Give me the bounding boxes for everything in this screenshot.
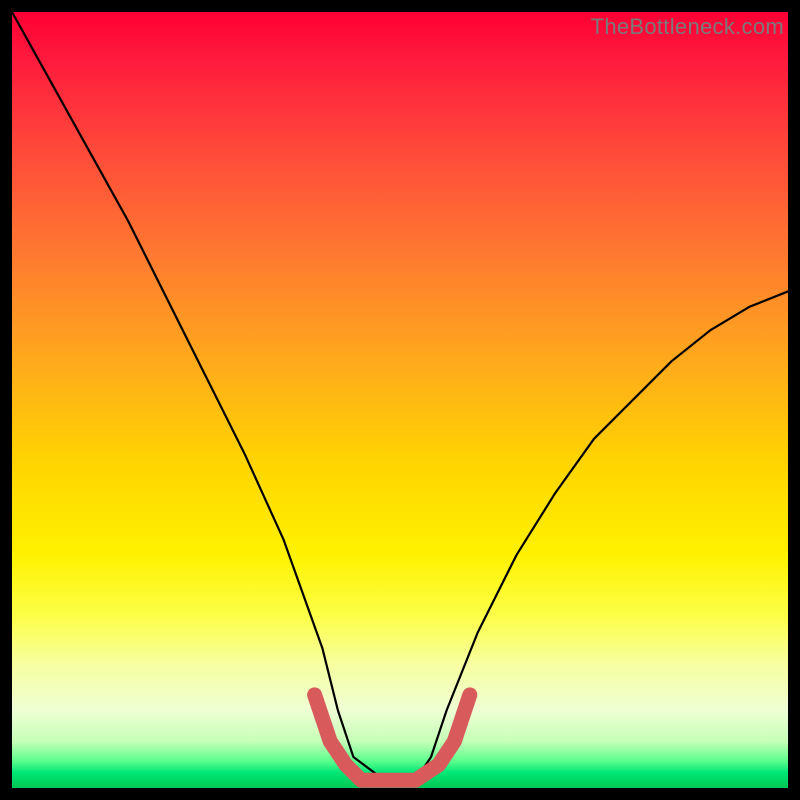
chart-frame: TheBottleneck.com	[0, 0, 800, 800]
chart-plot	[12, 12, 788, 788]
bottleneck-curve	[12, 12, 788, 780]
